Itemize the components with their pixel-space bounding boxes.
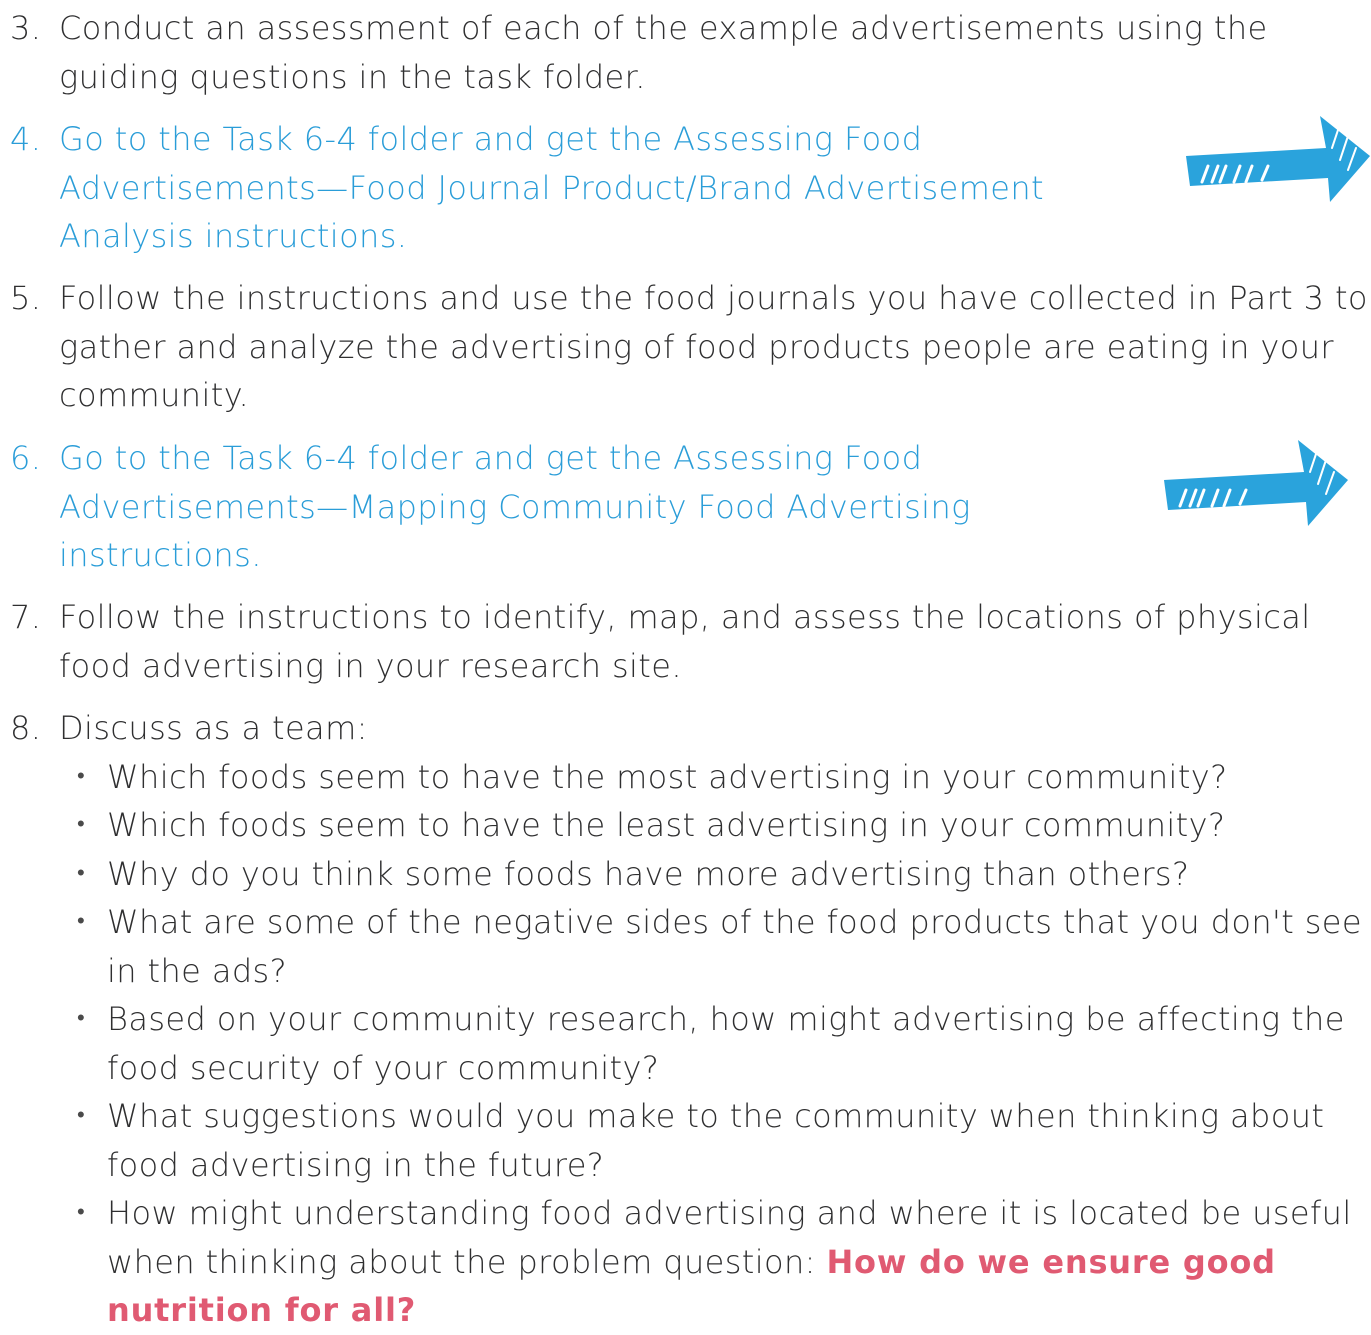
bullet-icon: •	[77, 909, 86, 934]
discussion-questions: • Which foods seem to have the most adver…	[59, 753, 1371, 1335]
step-number: 4.	[10, 120, 42, 158]
arrow-right-icon[interactable]	[1158, 432, 1348, 532]
list-item: • What suggestions would you make to the …	[59, 1092, 1371, 1189]
step-5: 5. Follow the instructions and use the f…	[0, 274, 1371, 420]
list-item: • Which foods seem to have the least adve…	[59, 801, 1371, 850]
step-text: Follow the instructions and use the food…	[59, 279, 1368, 414]
step-link-text[interactable]: Go to the Task 6-4 folder and get the As…	[59, 115, 1169, 261]
list-item: • What are some of the negative sides of …	[59, 898, 1371, 995]
list-item: • Why do you think some foods have more a…	[59, 850, 1371, 899]
task-instructions-page: 3. Conduct an assessment of each of the …	[0, 0, 1371, 1329]
step-3: 3. Conduct an assessment of each of the …	[0, 4, 1371, 101]
step-number: 7.	[10, 598, 42, 636]
step-8: 8. Discuss as a team: • Which foods seem …	[0, 704, 1371, 1335]
step-number: 5.	[10, 279, 42, 317]
list-item: • How might understanding food advertisin…	[59, 1189, 1371, 1335]
step-text: Conduct an assessment of each of the exa…	[59, 9, 1268, 96]
step-number: 8.	[10, 709, 42, 747]
bullet-icon: •	[77, 763, 86, 789]
arrow-right-icon[interactable]	[1180, 108, 1370, 208]
bullet-icon: •	[77, 860, 86, 886]
step-text: Follow the instructions to identify, map…	[59, 598, 1311, 685]
list-item: • Which foods seem to have the most adver…	[59, 753, 1371, 802]
step-link-text[interactable]: Go to the Task 6-4 folder and get the As…	[59, 434, 1169, 580]
bullet-icon: •	[77, 1103, 86, 1128]
bullet-icon: •	[77, 1006, 86, 1031]
step-number: 3.	[10, 9, 42, 47]
step-4-folder-link[interactable]: 4. Go to the Task 6-4 folder and get the…	[0, 115, 1169, 261]
step-7: 7. Follow the instructions to identify, …	[0, 593, 1371, 690]
bullet-icon: •	[77, 812, 86, 837]
step-text: Discuss as a team:	[59, 709, 368, 747]
step-number: 6.	[10, 439, 42, 477]
bullet-icon: •	[77, 1200, 86, 1225]
list-item: • Based on your community research, how m…	[59, 995, 1371, 1092]
step-6-folder-link[interactable]: 6. Go to the Task 6-4 folder and get the…	[0, 434, 1169, 580]
